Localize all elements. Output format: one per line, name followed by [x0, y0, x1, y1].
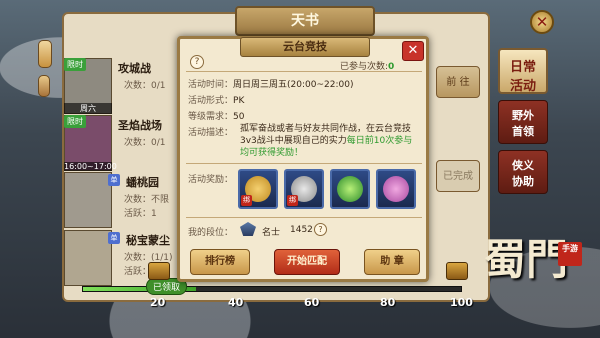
rank-points: 1452 — [290, 225, 313, 235]
lantern-icon — [38, 40, 52, 68]
form-label: 活动形式： — [188, 96, 234, 106]
tab-daily[interactable]: 日常 活动 — [498, 48, 548, 94]
list-item[interactable]: 限时 16:00~17:00 圣焰战场 次数：0/1 — [64, 115, 174, 171]
limited-badge: 限时 — [64, 115, 86, 128]
activity-title: 秘宝蒙尘 — [126, 234, 170, 247]
activity-title: 蟠桃园 — [126, 176, 159, 189]
game-logo: 蜀門 手游 — [484, 238, 594, 334]
help-icon[interactable]: ? — [190, 55, 204, 69]
time-label: 活动时间： — [188, 80, 234, 90]
tab-assist[interactable]: 侠义 协助 — [498, 150, 548, 194]
divider — [186, 71, 422, 72]
activity-count: 次数：不限 — [124, 195, 170, 205]
activity-count: 次数：0/1 — [124, 81, 166, 91]
orb-reward-icon[interactable] — [330, 169, 370, 209]
ribbon-reward-icon[interactable] — [376, 169, 416, 209]
activity-description: 孤军奋战或者与好友共同作战，在云台竞技3v3战斗中展现自己的实力每日前10次参与… — [240, 123, 416, 159]
help-icon[interactable]: ? — [314, 223, 327, 236]
activity-count: 次数：0/1 — [124, 138, 166, 148]
activity-progress-bar — [82, 286, 462, 292]
completed-label: 已完成 — [436, 160, 480, 192]
tab-field-boss[interactable]: 野外 首领 — [498, 100, 548, 144]
ribbon-icon — [383, 176, 409, 202]
start-match-button[interactable]: 开始匹配 — [274, 249, 340, 275]
time-row: 活动时间：周日周三周五(20:00~22:00) — [188, 77, 353, 90]
level-label: 等级需求： — [188, 112, 234, 122]
tick-label: 40 — [228, 296, 244, 309]
reward-label: 活动奖励： — [188, 175, 234, 185]
orb-icon — [337, 176, 363, 202]
activity-thumbnail — [64, 230, 112, 286]
lantern-icon — [38, 75, 50, 97]
limited-badge: 限时 — [64, 58, 86, 71]
logo-text: 蜀門 — [484, 235, 569, 284]
tick-label: 80 — [380, 296, 396, 309]
desc-label: 活动描述： — [188, 128, 234, 138]
tick-label: 20 — [150, 296, 166, 309]
scroll-reward-icon[interactable]: 绑 — [238, 169, 278, 209]
chest-icon[interactable] — [148, 262, 170, 280]
close-icon[interactable]: ✕ — [402, 41, 424, 61]
help-chapter-button[interactable]: 助 章 — [364, 249, 420, 275]
activity-active: 活跃：1 — [124, 209, 157, 219]
book-title: 天书 — [235, 6, 375, 36]
activity-thumbnail — [64, 172, 112, 228]
activity-time: 16:00~17:00 — [64, 162, 117, 171]
activity-day: 周六 — [64, 103, 112, 114]
logo-seal: 手游 — [558, 242, 582, 266]
solo-badge: 单 — [108, 232, 120, 244]
tick-label: 60 — [304, 296, 320, 309]
cloth-reward-icon[interactable]: 绑 — [284, 169, 324, 209]
activity-title: 攻城战 — [118, 62, 151, 75]
rank-name: 名士 — [262, 228, 281, 238]
desc-row: 活动描述： — [188, 125, 233, 138]
solo-badge: 单 — [108, 174, 120, 186]
form-value: PK — [233, 96, 245, 106]
activity-title: 圣焰战场 — [118, 119, 162, 132]
leaderboard-button[interactable]: 排行榜 — [190, 249, 250, 275]
divider — [186, 217, 422, 218]
level-row: 等级需求：50 — [188, 109, 244, 122]
arena-modal: 云台竞技 ✕ ? 已参与次数:0 活动时间：周日周三周五(20:00~22:00… — [177, 36, 429, 282]
rank-icon — [240, 222, 256, 236]
time-value: 周日周三周五(20:00~22:00) — [233, 80, 354, 90]
chest-icon[interactable] — [446, 262, 468, 280]
divider — [186, 163, 422, 164]
form-row: 活动形式：PK — [188, 93, 244, 106]
bound-badge: 绑 — [287, 195, 298, 206]
go-button[interactable]: 前 往 — [436, 66, 480, 98]
close-icon[interactable]: ✕ — [530, 10, 554, 34]
level-value: 50 — [233, 112, 245, 122]
bound-badge: 绑 — [241, 195, 252, 206]
list-item[interactable]: 单 蟠桃园 次数：不限 活跃：1 — [64, 172, 174, 228]
rank-label: 我的段位： — [188, 228, 234, 238]
list-item[interactable]: 限时 周六 攻城战 次数：0/1 — [64, 58, 174, 114]
tick-label: 100 — [450, 296, 473, 309]
modal-title: 云台竞技 — [240, 37, 370, 57]
